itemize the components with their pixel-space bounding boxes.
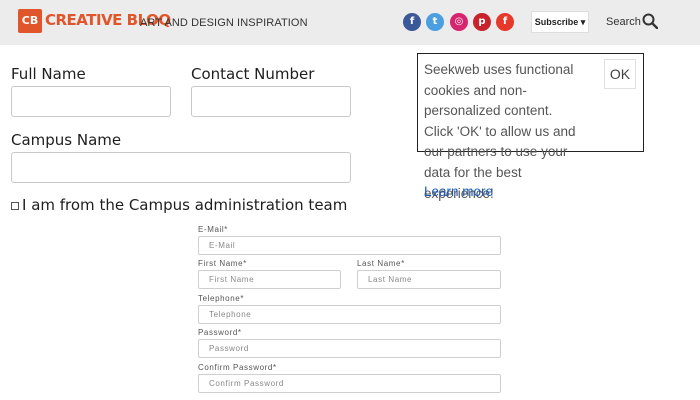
last-name-label: Last Name* [357,259,405,268]
cookie-ok-button[interactable]: OK [604,59,636,89]
cookie-notice-text: Seekweb uses functional cookies and non-… [424,62,576,201]
last-name-field[interactable]: Last Name [357,270,501,289]
campus-admin-checkbox-label[interactable]: I am from the Campus administration team [22,196,347,214]
pinterest-icon[interactable]: p [473,13,491,31]
email-field[interactable]: E-Mail [198,236,501,255]
site-tagline: ART AND DESIGN INSPIRATION [140,17,308,29]
campus-admin-checkbox[interactable] [11,202,19,210]
first-name-field[interactable]: First Name [198,270,341,289]
contact-number-label: Contact Number [191,65,315,83]
telephone-field[interactable]: Telephone [198,305,501,324]
search-icon[interactable] [642,13,658,29]
campus-name-label: Campus Name [11,131,122,149]
learn-more-link[interactable]: Learn more [424,184,493,199]
site-header: CB CREATIVE BLOQ ART AND DESIGN INSPIRAT… [0,0,700,45]
flipboard-icon[interactable]: f [496,13,514,31]
telephone-label: Telephone* [198,294,245,303]
logo-badge[interactable]: CB [18,9,42,33]
facebook-icon[interactable]: f [403,13,421,31]
campus-name-input[interactable] [11,152,351,183]
email-label: E-Mail* [198,225,228,234]
contact-number-input[interactable] [191,86,351,117]
full-name-input[interactable] [11,86,171,117]
full-name-label: Full Name [11,65,86,83]
password-field[interactable]: Password [198,339,501,358]
subscribe-button[interactable]: Subscribe ▾ [531,11,589,33]
confirm-password-field[interactable]: Confirm Password [198,374,501,393]
instagram-icon[interactable]: ◎ [450,13,468,31]
first-name-label: First Name* [198,259,247,268]
password-label: Password* [198,328,242,337]
search-label[interactable]: Search [606,16,641,28]
confirm-password-label: Confirm Password* [198,363,277,372]
twitter-icon[interactable]: t [426,13,444,31]
